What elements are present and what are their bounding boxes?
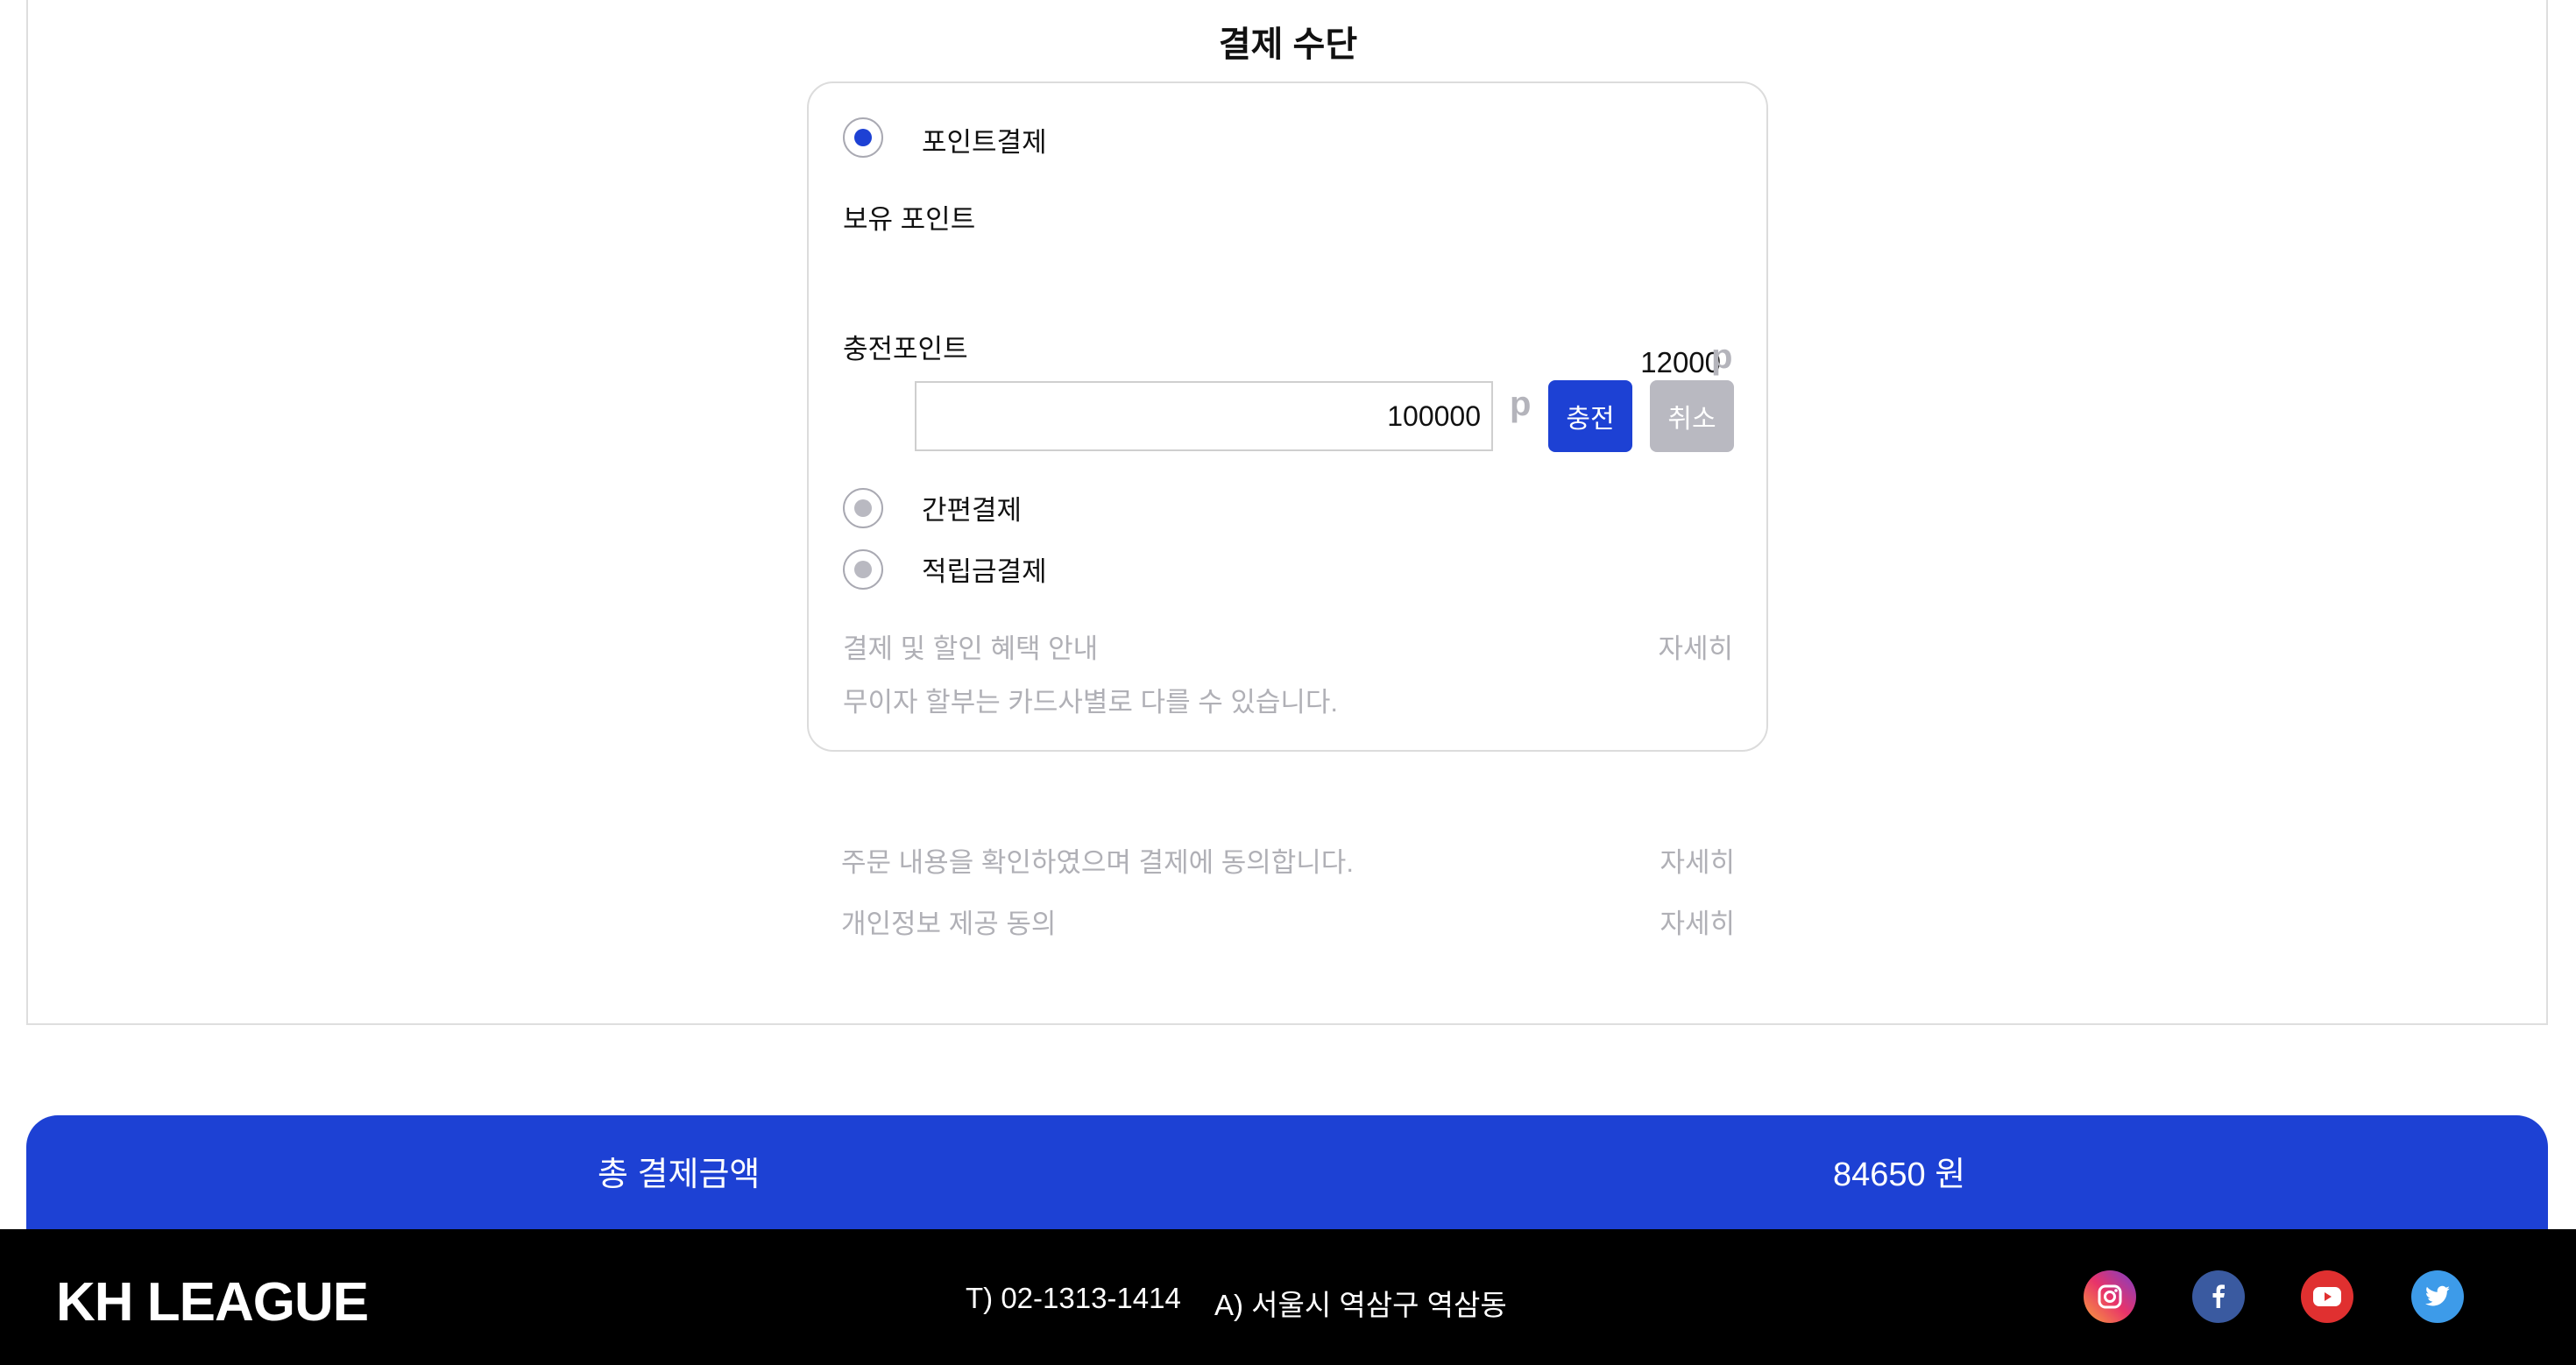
held-points-label: 보유 포인트 [843,204,976,235]
charge-points-unit: p [1510,385,1532,423]
cancel-button[interactable]: 취소 [1650,380,1734,452]
agreement-row-order: 주문 내용을 확인하였으며 결제에 동의합니다. 자세히 [841,840,1735,879]
radio-simple-payment[interactable] [843,488,883,528]
footer-address: A) 서울시 역삼구 역삼동 [1214,1289,1507,1321]
option-label-simple-payment: 간편결제 [922,495,1023,526]
facebook-icon[interactable] [2192,1270,2245,1323]
total-value: 84650 원 [1833,1156,1966,1193]
charge-points-input[interactable] [915,381,1493,451]
agreement-detail-link[interactable]: 자세히 [1660,902,1735,941]
benefit-title: 결제 및 할인 혜택 안내 [843,633,1099,664]
total-label: 총 결제금액 [598,1156,761,1193]
installment-note: 무이자 할부는 카드사별로 다를 수 있습니다. [843,687,1339,718]
charge-button[interactable]: 충전 [1548,380,1632,452]
benefit-detail-link[interactable]: 자세히 [1658,626,1733,666]
agreement-text: 개인정보 제공 동의 [841,909,1057,939]
radio-reserve-payment[interactable] [843,549,883,590]
footer-phone: T) 02-1313-1414 [966,1282,1181,1314]
agreement-detail-link[interactable]: 자세히 [1660,840,1735,880]
brand-logo[interactable]: KH LEAGUE [56,1271,369,1333]
twitter-icon[interactable] [2411,1270,2464,1323]
total-payment-bar[interactable]: 총 결제금액 84650 원 [26,1115,2548,1238]
held-points-value: 12000 [1640,346,1721,378]
option-label-reserve-payment: 적립금결제 [922,556,1047,587]
charge-points-label: 충전포인트 [843,334,968,364]
footer: KH LEAGUE T) 02-1313-1414 A) 서울시 역삼구 역삼동 [0,1229,2576,1365]
instagram-icon[interactable] [2084,1270,2136,1323]
youtube-icon[interactable] [2301,1270,2353,1323]
payment-method-card: 포인트결제 보유 포인트 12000 p 충전포인트 p 충전 취소 간편결제 … [807,81,1768,752]
agreement-text: 주문 내용을 확인하였으며 결제에 동의합니다. [841,847,1354,878]
section-title: 결제 수단 [1218,25,1358,64]
option-label-point-payment: 포인트결제 [922,127,1047,158]
agreement-row-privacy: 개인정보 제공 동의 자세히 [841,902,1735,940]
held-points-unit: p [1711,337,1733,376]
radio-point-payment[interactable] [843,117,883,158]
